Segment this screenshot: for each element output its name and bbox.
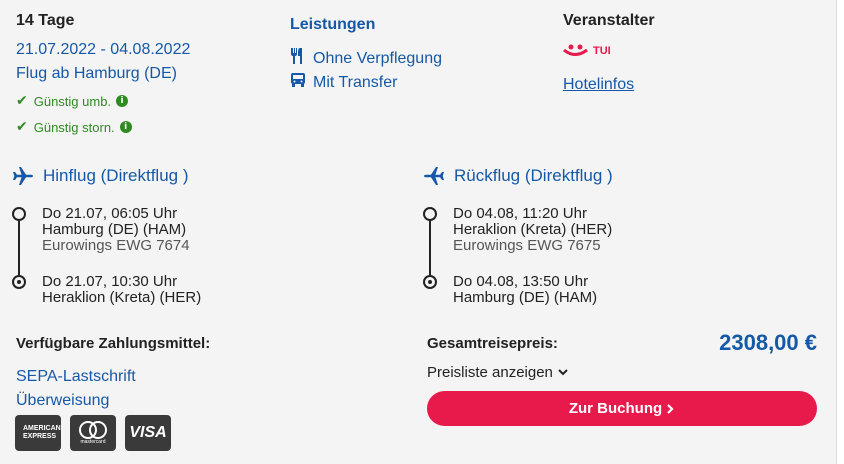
dep-time: Do 21.07, 06:05 Uhr — [42, 205, 178, 222]
trip-duration: 14 Tage — [16, 12, 75, 29]
inbound-timeline — [429, 218, 431, 280]
cheap-rebook-feature: ✔ Günstig umb. i — [16, 93, 129, 109]
arr-airport: Hamburg (DE) (HAM) — [453, 289, 598, 306]
departure-airport: Flug ab Hamburg (DE) — [16, 65, 177, 82]
departure-marker — [423, 207, 437, 221]
arr-time: Do 04.08, 13:50 Uhr — [453, 273, 589, 290]
amex-card-icon: AMERICAN EXPRESS — [15, 415, 61, 451]
service-label: Mit Transfer — [313, 73, 398, 91]
amex-text: AMERICAN EXPRESS — [23, 425, 61, 440]
plane-icon — [13, 167, 33, 185]
tui-brand-text: TUI — [593, 45, 611, 57]
operator-title: Veranstalter — [563, 12, 655, 29]
tui-logo: TUI — [563, 44, 611, 58]
visa-text: VISA — [129, 424, 167, 441]
dep-time: Do 04.08, 11:20 Uhr — [453, 205, 587, 222]
flight-number: Eurowings EWG 7674 — [42, 237, 190, 254]
book-button[interactable]: Zur Buchung — [427, 391, 817, 426]
arr-time: Do 21.07, 10:30 Uhr — [42, 273, 178, 290]
tui-smile-icon — [563, 44, 588, 56]
info-icon[interactable]: i — [116, 95, 129, 107]
inbound-header: Rückflug (Direktflug ) — [423, 166, 613, 186]
price-list-label: Preisliste anzeigen — [427, 364, 553, 381]
inbound-departure: Do 04.08, 11:20 Uhr Heraklion (Kreta) (H… — [453, 206, 612, 254]
chevron-down-icon — [558, 368, 568, 375]
cheap-rebook-label: Günstig umb. — [33, 93, 112, 109]
outbound-title: Hinflug (Direktflug ) — [43, 166, 189, 185]
check-icon: ✔ — [16, 119, 28, 135]
hotel-info-link[interactable]: Hotelinfos — [563, 76, 634, 94]
bus-icon — [290, 72, 306, 93]
dep-airport: Heraklion (Kreta) (HER) — [453, 221, 613, 238]
cutlery-icon — [290, 48, 306, 69]
services-title: Leistungen — [290, 16, 376, 33]
total-price-label: Gesamtreisepreis: — [427, 335, 558, 352]
check-icon: ✔ — [16, 93, 28, 109]
outbound-departure: Do 21.07, 06:05 Uhr Hamburg (DE) (HAM) E… — [42, 206, 190, 254]
dep-airport: Hamburg (DE) (HAM) — [42, 221, 187, 238]
arrival-marker — [12, 275, 26, 289]
payment-method-sepa: SEPA-Lastschrift — [16, 368, 136, 385]
outbound-header: Hinflug (Direktflug ) — [12, 166, 189, 186]
outbound-timeline — [18, 218, 20, 280]
arrival-marker — [423, 275, 437, 289]
chevron-right-icon — [667, 403, 674, 414]
inbound-title: Rückflug (Direktflug ) — [454, 166, 613, 185]
book-label: Zur Buchung — [568, 400, 663, 417]
trip-dates: 21.07.2022 - 04.08.2022 — [16, 41, 191, 58]
plane-icon — [424, 167, 444, 185]
departure-marker — [12, 207, 26, 221]
mastercard-icon: mastercard — [70, 415, 116, 451]
outbound-arrival: Do 21.07, 10:30 Uhr Heraklion (Kreta) (H… — [42, 274, 201, 306]
mastercard-text: mastercard — [80, 439, 106, 445]
payment-method-transfer: Überweisung — [16, 392, 110, 409]
arr-airport: Heraklion (Kreta) (HER) — [42, 289, 202, 306]
offer-panel: 14 Tage 21.07.2022 - 04.08.2022 Flug ab … — [0, 0, 837, 464]
total-price-value: 2308,00 € — [719, 330, 817, 355]
cheap-cancel-label: Günstig storn. — [33, 119, 115, 135]
payment-title: Verfügbare Zahlungsmittel: — [16, 335, 211, 352]
visa-card-icon: VISA — [125, 415, 171, 451]
cheap-cancel-feature: ✔ Günstig storn. i — [16, 119, 132, 135]
service-label: Ohne Verpflegung — [313, 49, 442, 67]
price-list-toggle[interactable]: Preisliste anzeigen — [427, 364, 568, 381]
inbound-arrival: Do 04.08, 13:50 Uhr Hamburg (DE) (HAM) — [453, 274, 597, 306]
service-item-meal: Ohne Verpflegung — [290, 48, 442, 69]
flight-number: Eurowings EWG 7675 — [453, 237, 601, 254]
info-icon[interactable]: i — [119, 121, 132, 133]
service-item-transfer: Mit Transfer — [290, 72, 397, 93]
